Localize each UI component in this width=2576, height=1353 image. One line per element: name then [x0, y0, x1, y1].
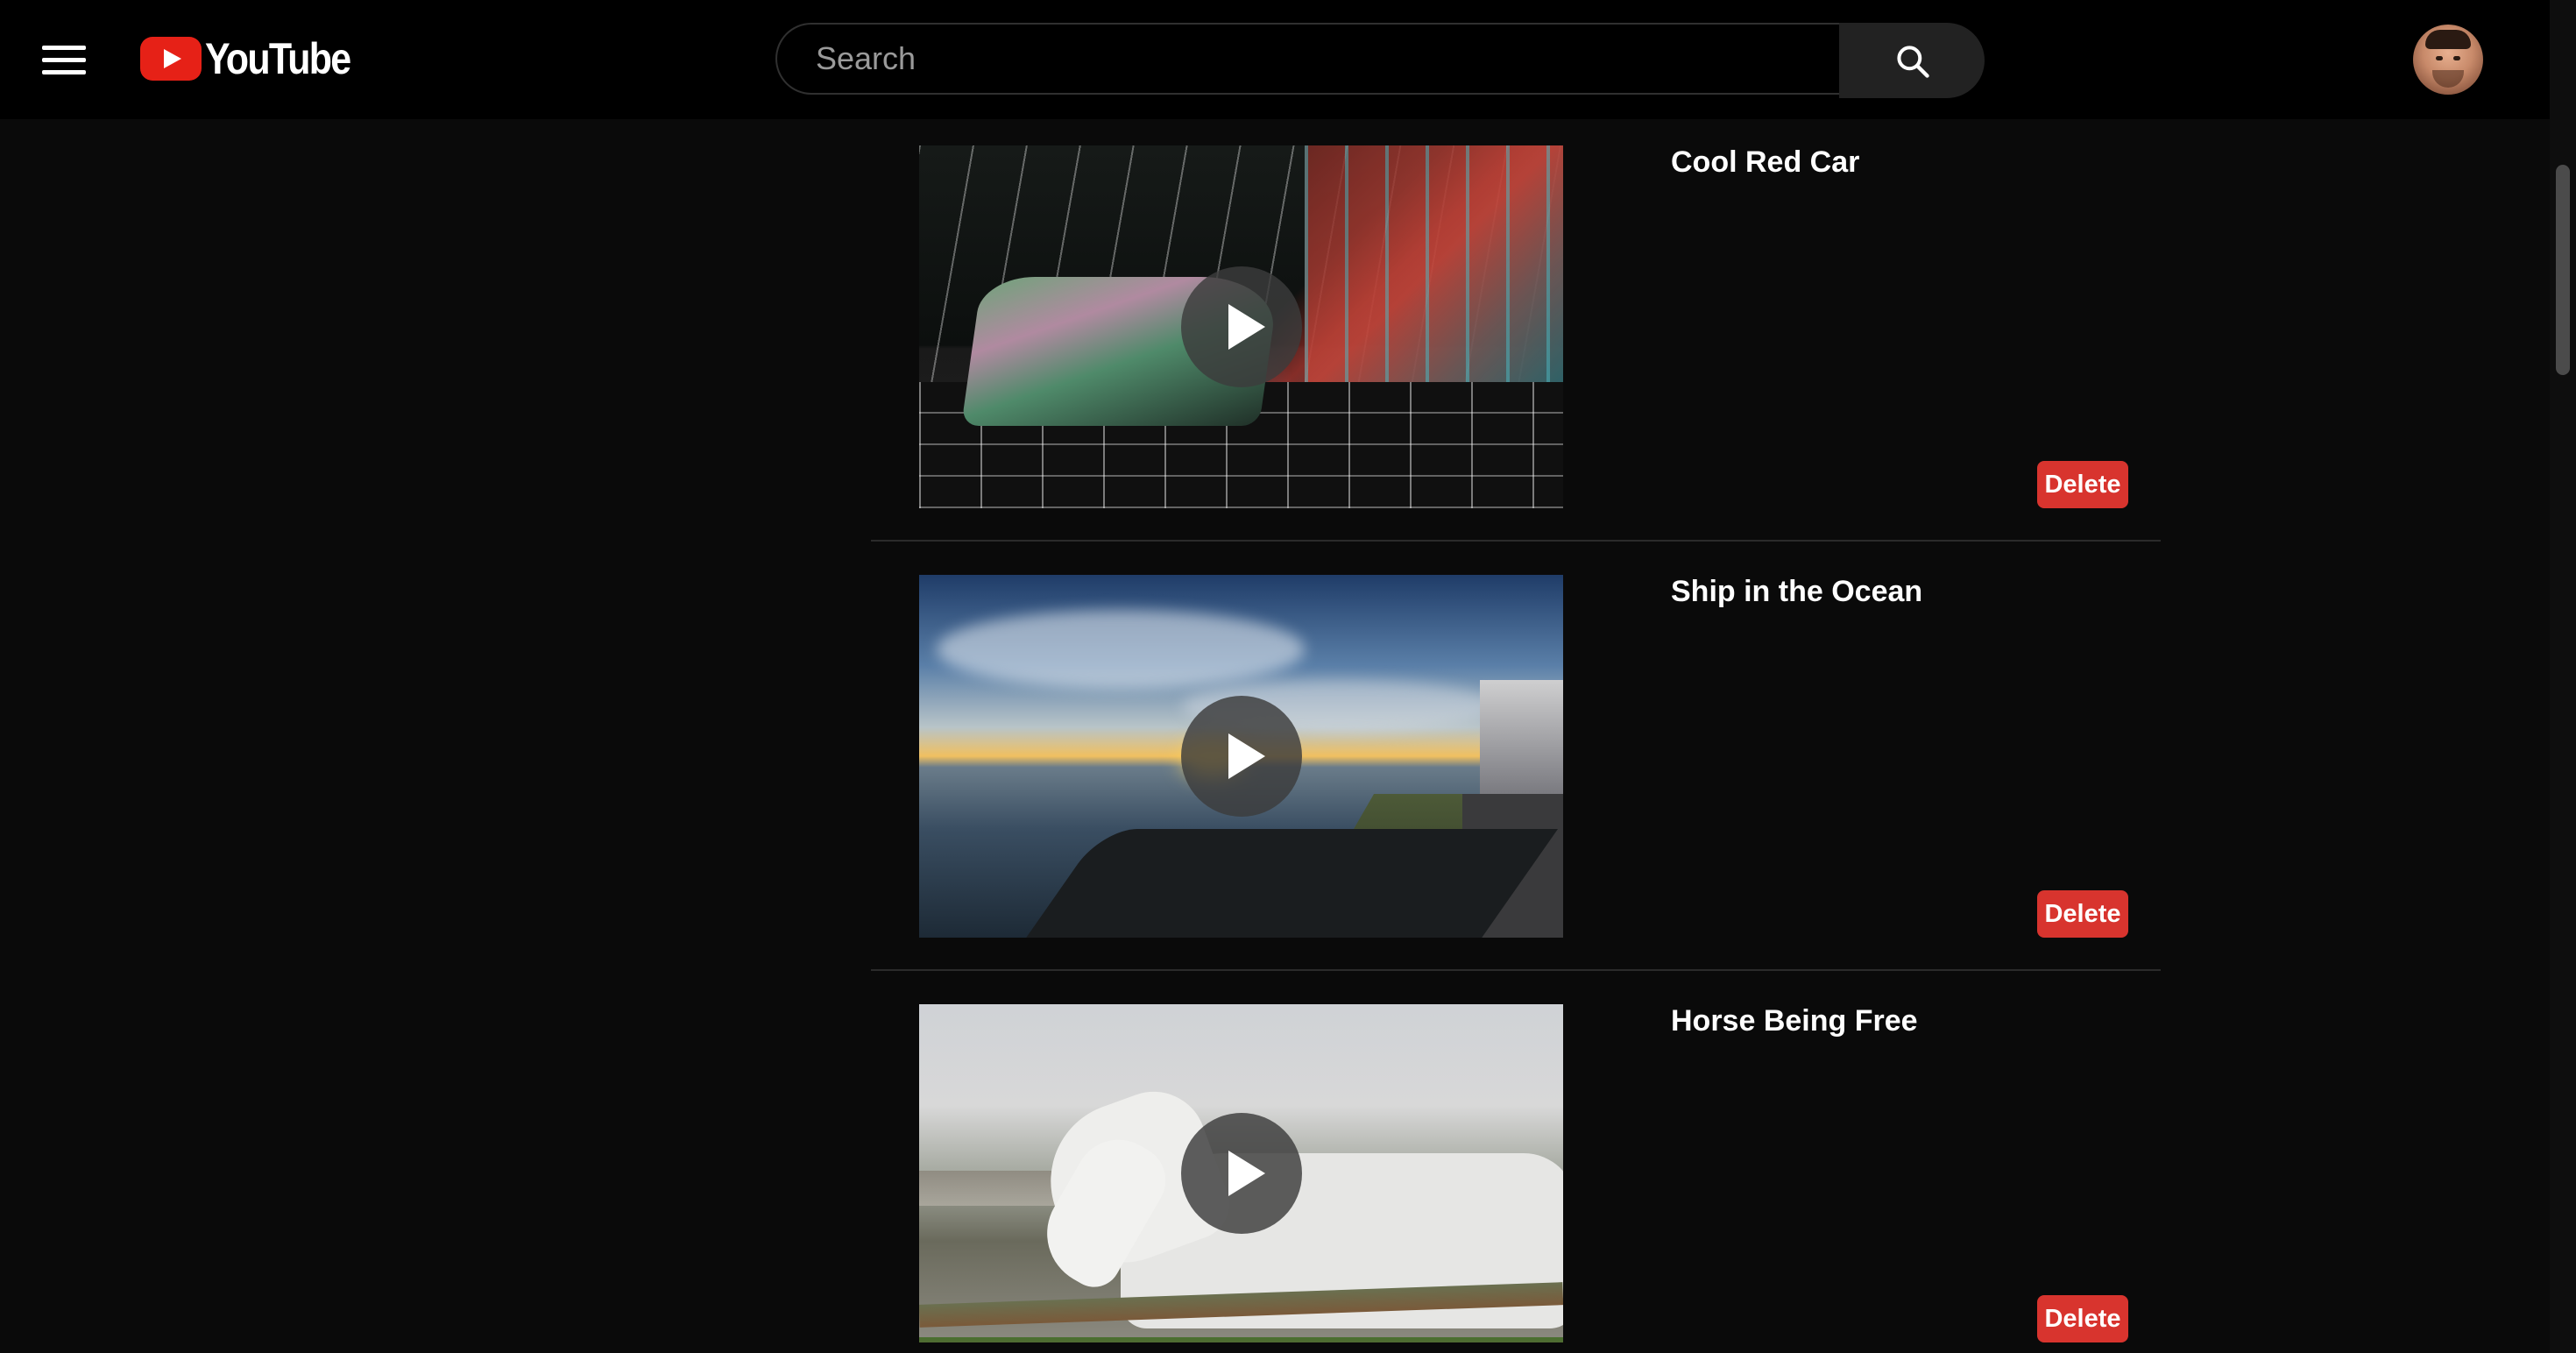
video-row: Horse Being Free Delete	[871, 978, 2161, 1353]
video-title: Cool Red Car	[1671, 145, 1860, 179]
scrollbar-track-top	[2550, 0, 2576, 119]
brand-name: YouTube	[205, 34, 351, 83]
delete-button[interactable]: Delete	[2037, 461, 2128, 508]
search-input[interactable]	[775, 23, 1841, 95]
hamburger-menu-icon[interactable]	[42, 42, 86, 77]
video-thumbnail-cool-red-car[interactable]	[919, 145, 1563, 508]
delete-button[interactable]: Delete	[2037, 890, 2128, 938]
search-bar	[775, 23, 1985, 98]
youtube-logo[interactable]: YouTube	[140, 34, 373, 83]
youtube-play-logo-icon	[140, 37, 202, 81]
scrollbar[interactable]	[2550, 119, 2576, 1353]
video-title: Horse Being Free	[1671, 1004, 1918, 1038]
video-thumbnail-ship-in-the-ocean[interactable]	[919, 575, 1563, 938]
user-avatar[interactable]	[2413, 25, 2483, 95]
play-icon[interactable]	[1180, 696, 1302, 817]
search-button[interactable]	[1839, 23, 1985, 98]
video-title: Ship in the Ocean	[1671, 575, 1923, 608]
page: YouTube Search Cool Red Car Delete Ship …	[0, 0, 2576, 1353]
row-divider	[871, 969, 2161, 971]
scrollbar-thumb[interactable]	[2556, 165, 2570, 375]
play-icon[interactable]	[1180, 266, 1302, 387]
row-divider	[871, 540, 2161, 542]
video-thumbnail-horse-being-free[interactable]	[919, 1004, 1563, 1342]
video-list: Cool Red Car Delete Ship in the Ocean De…	[0, 119, 2550, 1353]
video-row: Ship in the Ocean Delete	[871, 549, 2161, 978]
search-icon	[1897, 46, 1929, 78]
video-row: Cool Red Car Delete	[871, 119, 2161, 549]
play-icon[interactable]	[1180, 1113, 1302, 1234]
top-bar: YouTube	[0, 0, 2550, 119]
delete-button[interactable]: Delete	[2037, 1295, 2128, 1342]
